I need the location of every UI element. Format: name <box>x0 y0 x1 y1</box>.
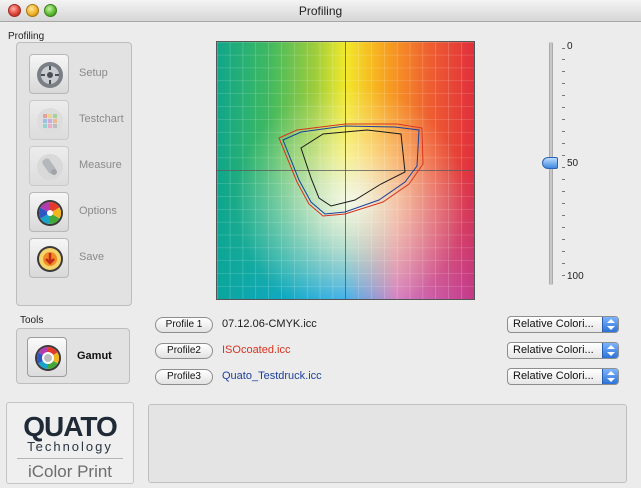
profiling-section-label: Profiling <box>8 31 45 42</box>
zoom-slider-thumb[interactable] <box>542 157 558 169</box>
slider-tick <box>562 179 565 180</box>
slider-label-mid: 50 <box>567 158 579 169</box>
nav-label-testchart: Testchart <box>79 113 124 125</box>
slider-tick <box>562 119 565 120</box>
updown-arrows-icon <box>602 343 618 358</box>
nav-label-measure: Measure <box>79 159 122 171</box>
updown-arrows-icon <box>602 369 618 384</box>
measure-icon <box>29 146 69 186</box>
nav-item-setup[interactable]: Setup <box>29 54 139 94</box>
window-title: Profiling <box>298 4 343 18</box>
slider-tick <box>562 143 565 144</box>
gamut-plot-canvas <box>217 42 474 299</box>
profile-2-button[interactable]: Profile2 <box>155 343 213 359</box>
profiling-window: Profiling Profiling Setup Testchart Meas… <box>0 0 641 488</box>
profile-1-button[interactable]: Profile 1 <box>155 317 213 333</box>
gamut-label: Gamut <box>77 350 112 362</box>
slider-tick <box>562 191 565 192</box>
slider-tick <box>562 167 565 168</box>
slider-tick <box>562 59 565 60</box>
slider-tick <box>562 107 565 108</box>
info-panel <box>148 404 627 483</box>
nav-item-save[interactable]: Save <box>29 238 139 278</box>
slider-tick <box>562 131 565 132</box>
profile-2-intent-select[interactable]: Relative Colori... <box>507 342 619 359</box>
nav-item-testchart[interactable]: Testchart <box>29 100 139 140</box>
product-name: iColor Print <box>27 462 113 481</box>
slider-tick <box>562 95 565 96</box>
gamut-icon <box>27 337 67 377</box>
profiling-nav-panel: Setup Testchart Measure Options Save <box>16 42 132 306</box>
nav-item-options[interactable]: Options <box>29 192 139 232</box>
title-bar: Profiling <box>0 0 641 22</box>
slider-tick <box>562 83 565 84</box>
slider-tick <box>562 275 565 276</box>
slider-tick <box>562 263 565 264</box>
slider-tick <box>562 227 565 228</box>
gamut-plot <box>216 41 475 300</box>
slider-tick <box>562 71 565 72</box>
options-icon <box>29 192 69 232</box>
brand-subtitle: Technology <box>27 439 113 454</box>
profile-3-intent-value: Relative Colori... <box>513 370 594 382</box>
logo-divider <box>17 458 123 459</box>
testchart-icon <box>29 100 69 140</box>
slider-tick <box>562 215 565 216</box>
slider-tick <box>562 203 565 204</box>
profile-1-file: 07.12.06-CMYK.icc <box>222 318 317 330</box>
profile-1-intent-value: Relative Colori... <box>513 318 594 330</box>
updown-arrows-icon <box>602 317 618 332</box>
setup-icon <box>29 54 69 94</box>
save-icon <box>29 238 69 278</box>
profile-3-button[interactable]: Profile3 <box>155 369 213 385</box>
brand-logo-box: QUATO Technology iColor Print <box>6 402 134 484</box>
profile-3-file: Quato_Testdruck.icc <box>222 370 322 382</box>
slider-tick <box>562 239 565 240</box>
nav-item-measure[interactable]: Measure <box>29 146 139 186</box>
slider-label-bottom: 100 <box>567 271 584 282</box>
slider-label-top: 0 <box>567 41 573 52</box>
slider-tick <box>562 251 565 252</box>
nav-label-options: Options <box>79 205 117 217</box>
profile-2-file: ISOcoated.icc <box>222 344 291 356</box>
profile-3-intent-select[interactable]: Relative Colori... <box>507 368 619 385</box>
profile-1-intent-select[interactable]: Relative Colori... <box>507 316 619 333</box>
slider-tick <box>562 48 565 49</box>
tool-gamut[interactable]: Gamut <box>16 328 130 384</box>
nav-label-setup: Setup <box>79 67 108 79</box>
tools-section-label: Tools <box>20 315 44 326</box>
nav-label-save: Save <box>79 251 105 263</box>
profile-2-intent-value: Relative Colori... <box>513 344 594 356</box>
slider-tick <box>562 155 565 156</box>
